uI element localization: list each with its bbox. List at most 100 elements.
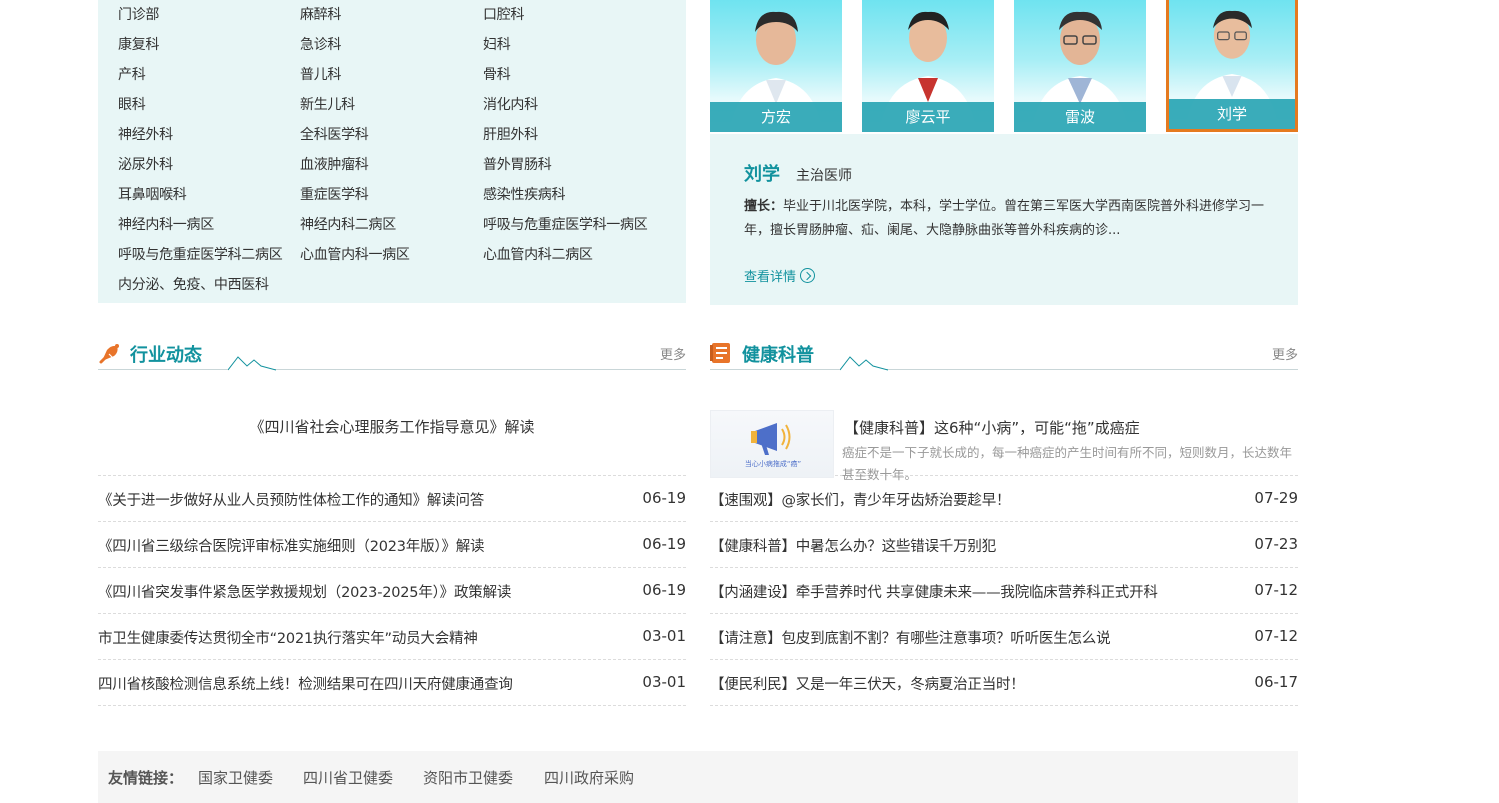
news-item[interactable]: 《关于进一步做好从业人员预防性体检工作的通知》解读问答 06-19	[98, 476, 686, 522]
department-link[interactable]: 神经内科一病区	[118, 210, 300, 240]
feature-news-image[interactable]: 当心小病拖成“癌”	[710, 410, 834, 478]
news-title: 【便民利民】又是一年三伏天，冬病夏治正当时！	[710, 677, 1025, 693]
news-date: 06-19	[642, 535, 686, 553]
department-link[interactable]: 普外胃肠科	[483, 150, 683, 180]
doctor-card[interactable]: 廖云平	[862, 0, 994, 132]
department-link[interactable]: 新生儿科	[300, 90, 483, 120]
friendly-links-bar: 友情链接： 国家卫健委 四川省卫健委 资阳市卫健委 四川政府采购	[98, 751, 1298, 803]
section-title: 健康科普	[742, 345, 814, 366]
friendly-link[interactable]: 资阳市卫健委	[423, 767, 513, 788]
doctor-name: 方宏	[710, 102, 842, 132]
news-title: 【速围观】@家长们，青少年牙齿矫治要趁早！	[710, 493, 1011, 509]
doctor-card[interactable]: 方宏	[710, 0, 842, 132]
doctor-name: 刘学	[1169, 99, 1295, 129]
news-date: 06-17	[1254, 673, 1298, 691]
doctor-detail-desc-label: 擅长：	[744, 199, 784, 214]
news-date: 06-19	[642, 489, 686, 507]
feature-news: 当心小病拖成“癌” 【健康科普】这6种“小病”，可能“拖”成癌症 癌症不是一下子…	[710, 370, 1298, 482]
news-title: 《四川省三级综合医院评审标准实施细则（2023年版）》解读	[98, 539, 485, 555]
news-title: 【请注意】包皮到底割不割？有哪些注意事项？听听医生怎么说	[710, 631, 1111, 647]
news-title: 【健康科普】中暑怎么办？这些错误千万别犯	[710, 539, 996, 555]
department-link[interactable]: 内分泌、免疫、中西医科	[118, 270, 300, 300]
friendly-link[interactable]: 四川政府采购	[544, 767, 634, 788]
doctor-card[interactable]: 雷波	[1014, 0, 1146, 132]
doctor-detail-name: 刘学	[744, 164, 780, 185]
doctor-name: 雷波	[1014, 102, 1146, 132]
news-list: 《关于进一步做好从业人员预防性体检工作的通知》解读问答 06-19 《四川省三级综合…	[98, 476, 686, 706]
doctor-card-active[interactable]: 刘学	[1166, 0, 1298, 132]
view-details-link[interactable]: 查看详情	[744, 266, 816, 285]
department-link[interactable]: 眼科	[118, 90, 300, 120]
friendly-link[interactable]: 国家卫健委	[198, 767, 273, 788]
department-link[interactable]: 麻醉科	[300, 0, 483, 30]
department-link[interactable]: 血液肿瘤科	[300, 150, 483, 180]
department-link[interactable]: 呼吸与危重症医学科一病区	[483, 210, 683, 240]
news-date: 06-19	[642, 581, 686, 599]
bell-megaphone-icon	[99, 344, 119, 364]
department-link[interactable]: 门诊部	[118, 0, 300, 30]
news-item[interactable]: 【内涵建设】牵手营养时代 共享健康未来——我院临床营养科正式开科 07-12	[710, 568, 1298, 614]
megaphone-illustration: 当心小病拖成“癌”	[745, 423, 801, 468]
doctor-panel: 方宏 廖云平 雷波 刘学 刘学 主治医师 擅长：毕业于川北医学院，本科，学士学位…	[710, 0, 1298, 305]
book-icon	[710, 343, 730, 363]
section-header: 行业动态 更多	[98, 338, 686, 371]
department-link[interactable]: 神经外科	[118, 120, 300, 150]
department-link[interactable]: 肝胆外科	[483, 120, 683, 150]
department-link[interactable]: 妇科	[483, 30, 683, 60]
feature-image-caption: 当心小病拖成“癌”	[745, 459, 801, 468]
news-date: 07-12	[1254, 627, 1298, 645]
department-link[interactable]: 耳鼻咽喉科	[118, 180, 300, 210]
industry-news-section: 行业动态 更多 《四川省社会心理服务工作指导意见》解读 《关于进一步做好从业人员…	[98, 338, 686, 706]
doctor-detail-description: 擅长：毕业于川北医学院，本科，学士学位。曾在第三军医大学西南医院普外科进修学习一…	[744, 195, 1274, 243]
section-header: 健康科普 更多	[710, 338, 1298, 371]
news-date: 07-23	[1254, 535, 1298, 553]
department-link[interactable]: 心血管内科一病区	[300, 240, 483, 270]
news-item[interactable]: 【健康科普】中暑怎么办？这些错误千万别犯 07-23	[710, 522, 1298, 568]
news-item[interactable]: 市卫生健康委传达贯彻全市“2021执行落实年”动员大会精神 03-01	[98, 614, 686, 660]
department-link[interactable]: 呼吸与危重症医学科二病区	[118, 240, 300, 270]
section-title: 行业动态	[130, 345, 202, 366]
news-title: 市卫生健康委传达贯彻全市“2021执行落实年”动员大会精神	[98, 631, 478, 647]
department-link[interactable]: 消化内科	[483, 90, 683, 120]
news-list: 【速围观】@家长们，青少年牙齿矫治要趁早！ 07-29 【健康科普】中暑怎么办？这些…	[710, 476, 1298, 706]
department-link[interactable]: 骨科	[483, 60, 683, 90]
doctor-detail-title: 主治医师	[796, 168, 852, 184]
wave-decoration	[840, 356, 888, 371]
news-title: 《四川省突发事件紧急医学救援规划（2023-2025年）》政策解读	[98, 585, 512, 601]
department-panel: 门诊部 麻醉科 口腔科康复科 急诊科 妇科产科 普儿科 骨科眼科 新生儿科 消化内科神经外科 全科…	[98, 0, 686, 303]
circle-arrow-right-icon	[800, 268, 816, 283]
news-item[interactable]: 【便民利民】又是一年三伏天，冬病夏治正当时！ 06-17	[710, 660, 1298, 706]
news-title: 《关于进一步做好从业人员预防性体检工作的通知》解读问答	[98, 493, 485, 509]
news-item[interactable]: 《四川省突发事件紧急医学救援规划（2023-2025年）》政策解读 06-19	[98, 568, 686, 614]
more-link[interactable]: 更多	[1272, 344, 1298, 363]
news-title: 【内涵建设】牵手营养时代 共享健康未来——我院临床营养科正式开科	[710, 585, 1158, 601]
news-item[interactable]: 【请注意】包皮到底割不割？有哪些注意事项？听听医生怎么说 07-12	[710, 614, 1298, 660]
feature-news: 《四川省社会心理服务工作指导意见》解读	[98, 370, 686, 476]
news-item[interactable]: 【速围观】@家长们，青少年牙齿矫治要趁早！ 07-29	[710, 476, 1298, 522]
department-grid: 门诊部 麻醉科 口腔科康复科 急诊科 妇科产科 普儿科 骨科眼科 新生儿科 消化内科神经外科 全科…	[118, 0, 688, 300]
feature-news-title[interactable]: 【健康科普】这6种“小病”，可能“拖”成癌症	[844, 417, 1140, 438]
view-details-label: 查看详情	[744, 270, 797, 285]
department-link[interactable]: 全科医学科	[300, 120, 483, 150]
feature-news-title[interactable]: 《四川省社会心理服务工作指导意见》解读	[98, 416, 686, 437]
department-link[interactable]: 神经内科二病区	[300, 210, 483, 240]
department-link[interactable]: 康复科	[118, 30, 300, 60]
department-link[interactable]: 重症医学科	[300, 180, 483, 210]
news-title: 四川省核酸检测信息系统上线！检测结果可在四川天府健康通查询	[98, 677, 513, 693]
more-link[interactable]: 更多	[660, 344, 686, 363]
department-link[interactable]: 普儿科	[300, 60, 483, 90]
news-date: 03-01	[642, 673, 686, 691]
doctor-name: 廖云平	[862, 102, 994, 132]
friendly-links-label: 友情链接：	[108, 769, 184, 787]
doctor-detail: 刘学 主治医师 擅长：毕业于川北医学院，本科，学士学位。曾在第三军医大学西南医院…	[710, 134, 1298, 305]
news-item[interactable]: 《四川省三级综合医院评审标准实施细则（2023年版）》解读 06-19	[98, 522, 686, 568]
news-date: 07-29	[1254, 489, 1298, 507]
department-link[interactable]: 急诊科	[300, 30, 483, 60]
friendly-link[interactable]: 四川省卫健委	[303, 767, 393, 788]
department-link[interactable]: 产科	[118, 60, 300, 90]
department-link[interactable]: 心血管内科二病区	[483, 240, 683, 270]
department-link[interactable]: 口腔科	[483, 0, 683, 30]
news-item[interactable]: 四川省核酸检测信息系统上线！检测结果可在四川天府健康通查询 03-01	[98, 660, 686, 706]
department-link[interactable]: 泌尿外科	[118, 150, 300, 180]
department-link[interactable]: 感染性疾病科	[483, 180, 683, 210]
